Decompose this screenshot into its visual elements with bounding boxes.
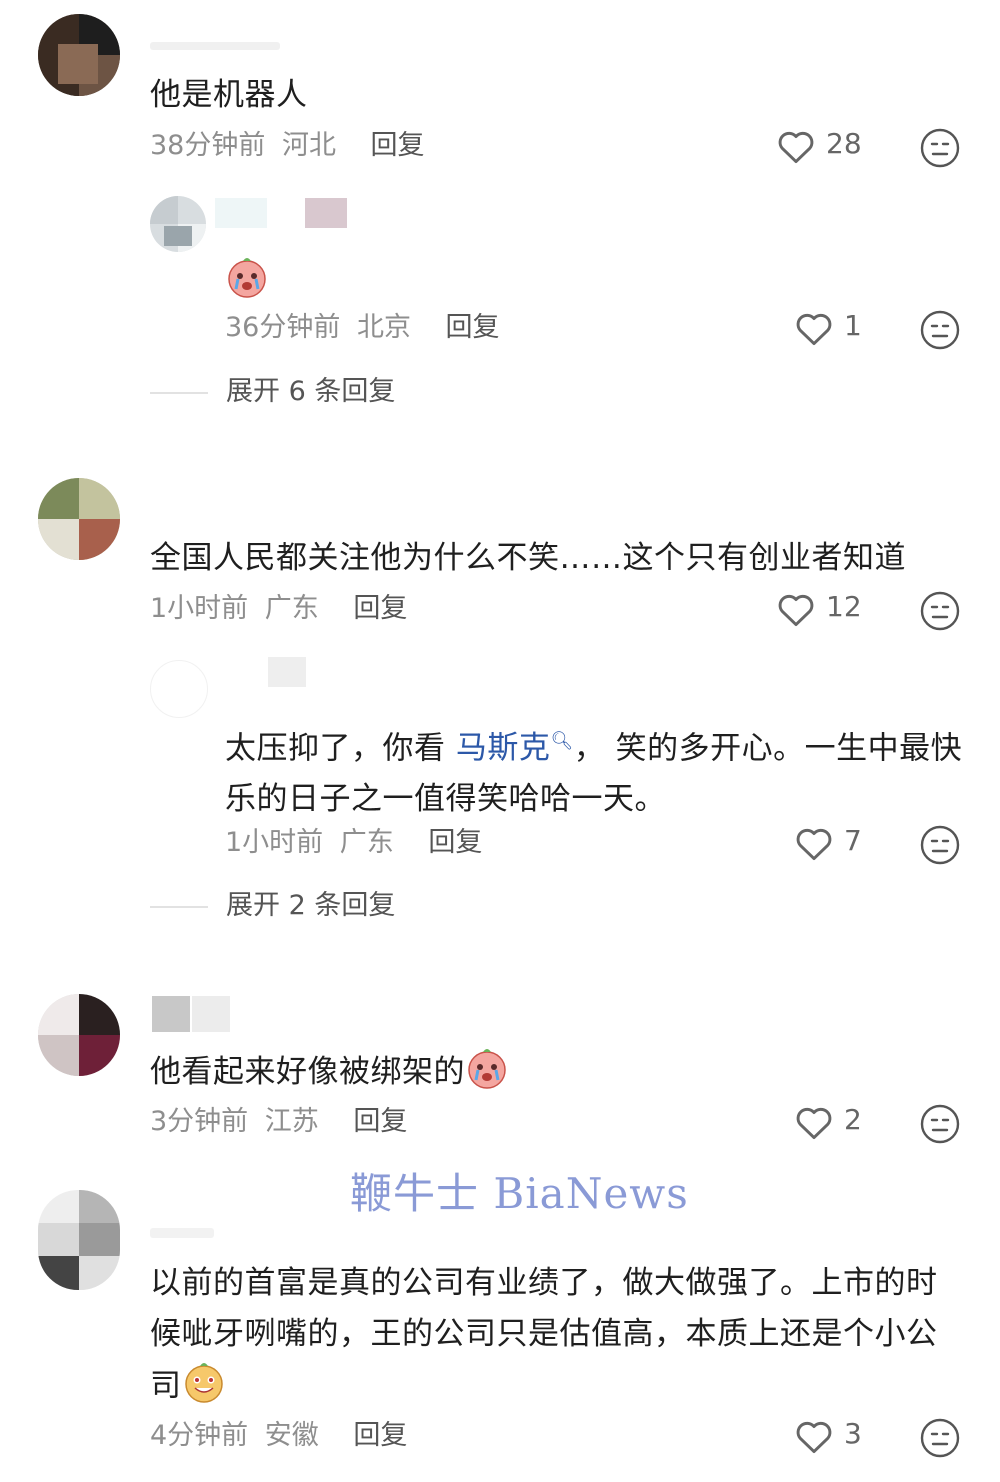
comment-location: 广东 <box>264 593 319 624</box>
neutral-face-icon[interactable] <box>920 825 960 865</box>
search-icon: 🔍︎ <box>550 731 574 752</box>
divider <box>150 905 208 908</box>
reply-button[interactable]: 回复 <box>371 130 425 161</box>
comment-text: 他是机器人 <box>150 77 308 113</box>
username-redacted[interactable] <box>268 657 306 687</box>
like-count: 2 <box>844 1102 862 1136</box>
watermark-text: 鞭牛士 BiaNews <box>350 1169 689 1218</box>
reply-meta: 1小时前 广东 回复 <box>225 825 482 861</box>
like-button[interactable]: 28 <box>776 126 862 164</box>
like-button[interactable]: 3 <box>794 1416 862 1454</box>
neutral-face-icon[interactable] <box>920 310 960 350</box>
comment-text: 他看起来好像被绑架的 <box>150 1046 930 1098</box>
reply-button[interactable]: 回复 <box>353 1420 407 1451</box>
reply-location: 北京 <box>356 312 411 343</box>
avatar[interactable] <box>38 14 120 96</box>
neutral-face-icon[interactable] <box>920 1104 960 1144</box>
heart-outline-icon <box>796 1107 832 1140</box>
comment-location: 河北 <box>281 130 336 161</box>
like-count: 1 <box>844 308 862 342</box>
username-redacted[interactable] <box>215 198 267 228</box>
like-count: 12 <box>826 589 862 623</box>
heart-outline-icon <box>796 313 832 346</box>
avatar[interactable] <box>38 478 120 560</box>
neutral-face-icon[interactable] <box>920 591 960 631</box>
username-redacted[interactable] <box>150 42 280 50</box>
comment-text-body: 以前的首富是真的公司有业绩了，做大做强了。上市的时候呲牙咧嘴的，王的公司只是估值… <box>150 1265 938 1404</box>
reply-time: 36分钟前 <box>225 312 341 343</box>
like-count: 3 <box>844 1416 862 1450</box>
like-button[interactable]: 1 <box>794 308 862 346</box>
reply-text: 太压抑了，你看 马斯克🔍︎， 笑的多开心。一生中最快乐的日子之一值得笑哈哈一天。 <box>225 716 970 825</box>
reply-button[interactable]: 回复 <box>353 1106 407 1137</box>
mention-label: 马斯克 <box>455 730 551 767</box>
comment-time: 3分钟前 <box>150 1106 249 1137</box>
like-count: 7 <box>844 823 862 857</box>
username-redacted[interactable] <box>192 996 230 1032</box>
crying-sticker-icon <box>228 258 266 298</box>
comment-meta: 1小时前 广东 回复 <box>150 591 407 627</box>
heart-outline-icon <box>796 828 832 861</box>
divider <box>150 391 208 394</box>
like-button[interactable]: 12 <box>776 589 862 627</box>
comment-text: 全国人民都关注他为什么不笑……这个只有创业者知道 <box>150 540 906 576</box>
heart-outline-icon <box>778 594 814 627</box>
username-redacted[interactable] <box>152 996 190 1032</box>
heart-outline-icon <box>778 131 814 164</box>
reply-button[interactable]: 回复 <box>446 312 500 343</box>
comment-location: 安徽 <box>264 1420 319 1451</box>
reply-button[interactable]: 回复 <box>353 593 407 624</box>
reply-avatar[interactable] <box>150 660 208 718</box>
comment-text-body: 他看起来好像被绑架的 <box>150 1054 465 1090</box>
expand-replies-button[interactable]: 展开 2 条回复 <box>150 883 395 922</box>
expand-replies-label: 展开 6 条回复 <box>226 376 396 407</box>
comment-text: 以前的首富是真的公司有业绩了，做大做强了。上市的时候呲牙咧嘴的，王的公司只是估值… <box>150 1258 950 1412</box>
comment-meta: 3分钟前 江苏 回复 <box>150 1104 407 1140</box>
comment-time: 4分钟前 <box>150 1420 249 1451</box>
comment-time: 1小时前 <box>150 593 249 624</box>
crying-sticker-icon <box>468 1049 506 1089</box>
avatar[interactable] <box>38 1190 120 1290</box>
like-button[interactable]: 7 <box>794 823 862 861</box>
mention-link[interactable]: 马斯克🔍︎ <box>456 730 574 766</box>
expand-replies-button[interactable]: 展开 6 条回复 <box>150 369 395 408</box>
avatar[interactable] <box>38 994 120 1076</box>
comment-meta: 4分钟前 安徽 回复 <box>150 1418 407 1454</box>
like-button[interactable]: 2 <box>794 1102 862 1140</box>
comment-meta: 38分钟前 河北 回复 <box>150 128 425 164</box>
reply-time: 1小时前 <box>225 827 324 858</box>
heart-outline-icon <box>796 1421 832 1454</box>
grinning-sticker-icon <box>184 1363 223 1403</box>
neutral-face-icon[interactable] <box>920 1418 960 1458</box>
neutral-face-icon[interactable] <box>920 128 960 168</box>
reply-text-start: 太压抑了，你看 <box>225 730 456 767</box>
reply-location: 广东 <box>339 827 394 858</box>
reply-meta: 36分钟前 北京 回复 <box>225 310 500 346</box>
comment-time: 38分钟前 <box>150 130 266 161</box>
reply-avatar[interactable] <box>150 196 206 252</box>
reply-button[interactable]: 回复 <box>428 827 482 858</box>
username-redacted[interactable] <box>150 1228 214 1238</box>
username-redacted[interactable] <box>305 198 347 228</box>
expand-replies-label: 展开 2 条回复 <box>226 890 396 921</box>
like-count: 28 <box>826 126 862 160</box>
comment-location: 江苏 <box>264 1106 319 1137</box>
